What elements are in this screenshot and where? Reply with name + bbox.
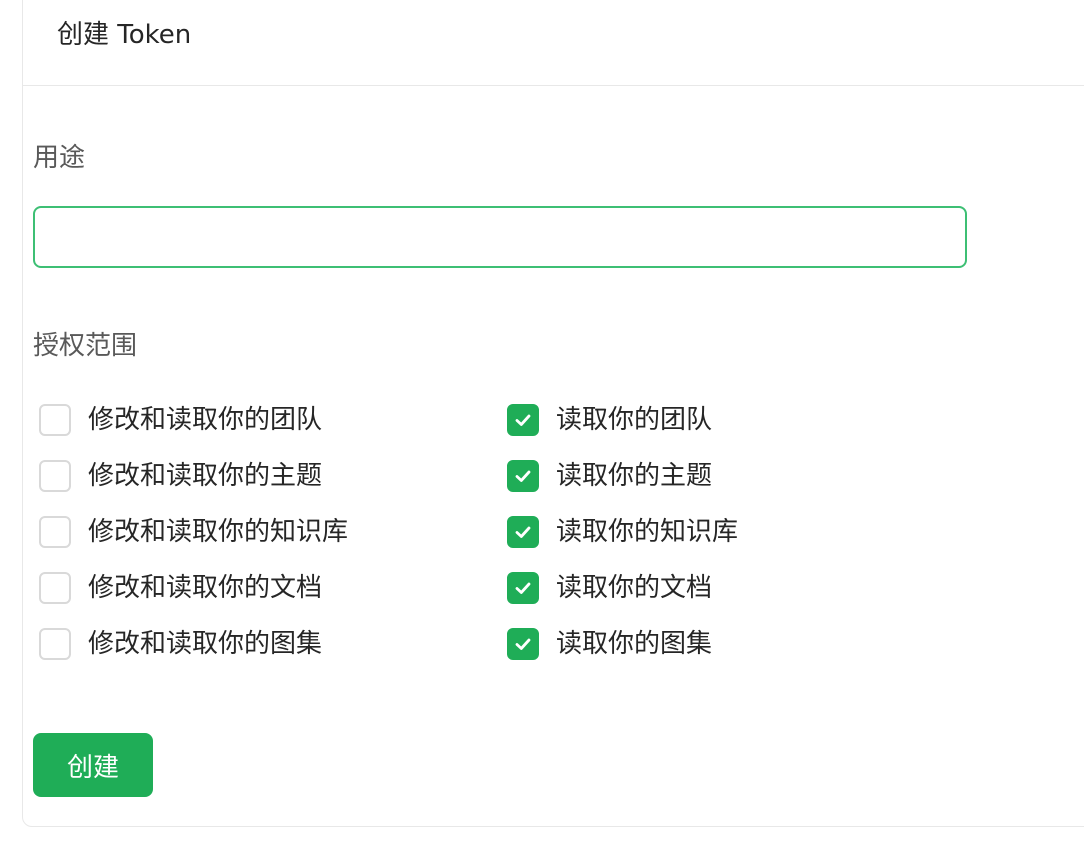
scope-item-read-topic[interactable]: 读取你的主题	[507, 460, 738, 516]
scope-label-text: 读取你的团队	[556, 405, 713, 435]
checkbox[interactable]	[39, 628, 71, 660]
checkbox[interactable]	[507, 628, 539, 660]
check-icon	[515, 582, 531, 594]
checkbox[interactable]	[39, 572, 71, 604]
checkbox[interactable]	[507, 572, 539, 604]
check-icon	[515, 414, 531, 426]
scope-item-write-doc[interactable]: 修改和读取你的文档	[39, 572, 348, 628]
scope-label-text: 读取你的知识库	[556, 517, 739, 547]
purpose-input[interactable]	[33, 206, 967, 268]
purpose-label: 用途	[33, 143, 86, 173]
scope-label-text: 修改和读取你的知识库	[88, 517, 349, 547]
checkbox[interactable]	[507, 460, 539, 492]
checkbox[interactable]	[39, 460, 71, 492]
scope-list-read: 读取你的团队 读取你的主题 读取你的知识库 读取你的文档 读取你的图集	[507, 404, 738, 684]
check-icon	[515, 470, 531, 482]
checkbox[interactable]	[39, 516, 71, 548]
scope-label: 授权范围	[33, 331, 138, 361]
scope-label-text: 修改和读取你的团队	[88, 405, 323, 435]
checkbox[interactable]	[507, 404, 539, 436]
scope-item-write-topic[interactable]: 修改和读取你的主题	[39, 460, 348, 516]
scope-label-text: 修改和读取你的图集	[88, 629, 323, 659]
checkbox[interactable]	[507, 516, 539, 548]
scope-label-text: 修改和读取你的主题	[88, 461, 323, 491]
check-icon	[515, 638, 531, 650]
checkbox[interactable]	[39, 404, 71, 436]
check-icon	[515, 526, 531, 538]
scope-item-write-repo[interactable]: 修改和读取你的知识库	[39, 516, 348, 572]
scope-label-text: 读取你的主题	[556, 461, 713, 491]
scope-label-text: 修改和读取你的文档	[88, 573, 323, 603]
scope-item-read-team[interactable]: 读取你的团队	[507, 404, 738, 460]
scope-item-read-artboard[interactable]: 读取你的图集	[507, 628, 738, 684]
scope-item-read-repo[interactable]: 读取你的知识库	[507, 516, 738, 572]
scope-label-text: 读取你的图集	[556, 629, 713, 659]
scope-item-read-doc[interactable]: 读取你的文档	[507, 572, 738, 628]
scope-item-write-team[interactable]: 修改和读取你的团队	[39, 404, 348, 460]
scope-label-text: 读取你的文档	[556, 573, 713, 603]
page-title: 创建 Token	[57, 20, 192, 50]
scope-item-write-artboard[interactable]: 修改和读取你的图集	[39, 628, 348, 684]
card-header: 创建 Token	[23, 1, 1084, 86]
create-button[interactable]: 创建	[33, 733, 153, 797]
scope-list-write: 修改和读取你的团队 修改和读取你的主题 修改和读取你的知识库 修改和读取你的文档…	[39, 404, 348, 684]
